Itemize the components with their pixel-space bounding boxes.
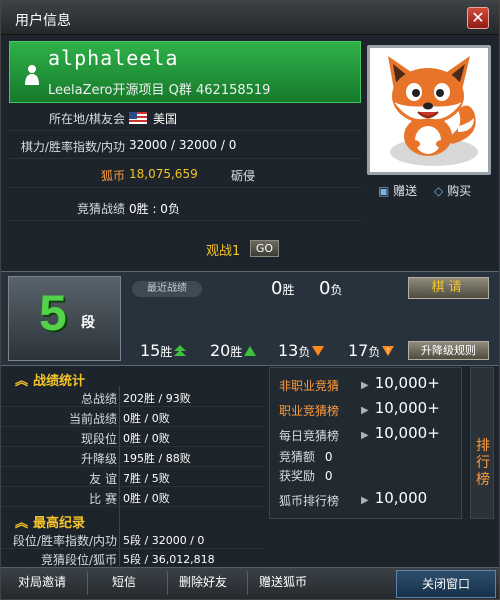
leaderboard-tab[interactable]: 排行榜 [470, 367, 494, 519]
recent-record-button[interactable]: 最近战绩 [132, 281, 202, 297]
best-row: 段位/胜率指数/内功 5段 / 32000 / 0 [1, 529, 263, 549]
pointer-icon: ▶ [361, 405, 369, 416]
gift-button[interactable]: ▣ 赠送 [378, 182, 417, 199]
stats-row: 友 谊 7胜 / 5败 [1, 467, 263, 487]
info-value: 0胜 : 0负 [129, 202, 180, 216]
profile-subtitle: LeelaZero开源项目 Q群 462158519 [48, 83, 271, 98]
recent-wins: 0胜 [271, 278, 295, 299]
watch-label: 观战1 [206, 244, 241, 259]
buy-button[interactable]: ◇ 购买 [434, 182, 471, 199]
divider [247, 571, 248, 595]
info-row-location: 所在地/棋友会 美国 [9, 105, 361, 131]
info-label: 竞猜战绩 [76, 202, 125, 216]
guess-row: 竞猜额 0 [279, 450, 333, 464]
info-label: 所在地/棋友会 [48, 112, 125, 126]
fox-icon [388, 56, 478, 166]
user-info-window: 用户信息 ✕ alphaleela LeelaZero开源项目 Q群 46215… [0, 0, 500, 600]
window-title: 用户信息 [15, 13, 71, 29]
best-row: 竞猜段位/狐币 5段 / 36,012,818 [1, 548, 263, 568]
stats-row: 总战绩 202胜 / 93败 [1, 387, 263, 407]
stats-row: 升降级 195胜 / 88败 [1, 447, 263, 467]
streak-stat: 13负 [278, 341, 325, 360]
rank-unit: 段 [81, 315, 95, 331]
profile-name: alphaleela [48, 46, 179, 70]
rank-number: 5 [39, 285, 67, 341]
down-orange-icon [312, 346, 325, 356]
divider [87, 571, 88, 595]
person-icon [25, 65, 39, 85]
info-label: 棋力/胜率指数/内功 [20, 140, 125, 154]
pointer-icon: ▶ [361, 380, 369, 391]
message-button[interactable]: 短信 [112, 573, 136, 590]
streak-stat: 15胜 [140, 341, 187, 360]
stats-row: 当前战绩 0胜 / 0败 [1, 407, 263, 427]
question-orange-icon: ? [382, 346, 395, 356]
stats-row: 现段位 0胜 / 0败 [1, 427, 263, 447]
up-double-green-icon [174, 345, 187, 356]
info-value: 32000 / 32000 / 0 [129, 138, 237, 152]
svg-text:?: ? [387, 347, 391, 355]
up-green-icon [244, 346, 257, 356]
challenge-button[interactable]: 棋请 [408, 277, 489, 299]
gift-coins-button[interactable]: 赠送狐币 [259, 573, 307, 590]
watch-go-button[interactable]: GO [250, 240, 279, 257]
info-row-strength: 棋力/胜率指数/内功 32000 / 32000 / 0 [9, 133, 361, 159]
avatar [367, 45, 491, 175]
info-row-coins: 狐币 18,075,659 砺侵 [9, 162, 361, 188]
remove-friend-button[interactable]: 删除好友 [179, 573, 227, 590]
guess-row: 职业竞猜榜 ▶ 10,000+ [279, 399, 440, 418]
gift-icon: ▣ [378, 184, 390, 198]
pointer-icon: ▶ [361, 495, 369, 506]
guess-row: 每日竞猜榜 ▶ 10,000+ [279, 424, 440, 443]
info-label: 狐币 [100, 169, 125, 183]
leaderboard-label: 排行榜 [476, 438, 490, 488]
title-bar: 用户信息 ✕ [1, 1, 499, 35]
diamond-icon: ◇ [434, 184, 444, 198]
guess-row: 狐币排行榜 ▶ 10,000 [279, 489, 428, 508]
pointer-icon: ▶ [361, 430, 369, 441]
invite-game-button[interactable]: 对局邀请 [18, 573, 66, 590]
promotion-rules-button[interactable]: 升降级规则 [408, 341, 489, 360]
coin-tag: 砺侵 [231, 169, 256, 183]
us-flag-icon [129, 112, 147, 124]
streak-stat: 20胜 [210, 341, 257, 360]
streak-stat: 17负? [348, 341, 395, 360]
guess-row: 非职业竞猜 ▶ 10,000+ [279, 374, 440, 393]
stats-row: 比 赛 0胜 / 0败 [1, 487, 263, 507]
profile-header: alphaleela LeelaZero开源项目 Q群 462158519 [9, 41, 361, 103]
info-value: 18,075,659 [129, 167, 198, 181]
recent-losses: 0负 [319, 278, 343, 299]
divider [167, 571, 168, 595]
guess-row: 获奖励 0 [279, 469, 333, 483]
close-window-x-button[interactable]: ✕ [467, 7, 489, 29]
close-window-button[interactable]: 关闭窗口 [396, 570, 496, 598]
info-row-guess-record: 竞猜战绩 0胜 : 0负 [9, 195, 361, 221]
info-value: 美国 [129, 110, 177, 127]
